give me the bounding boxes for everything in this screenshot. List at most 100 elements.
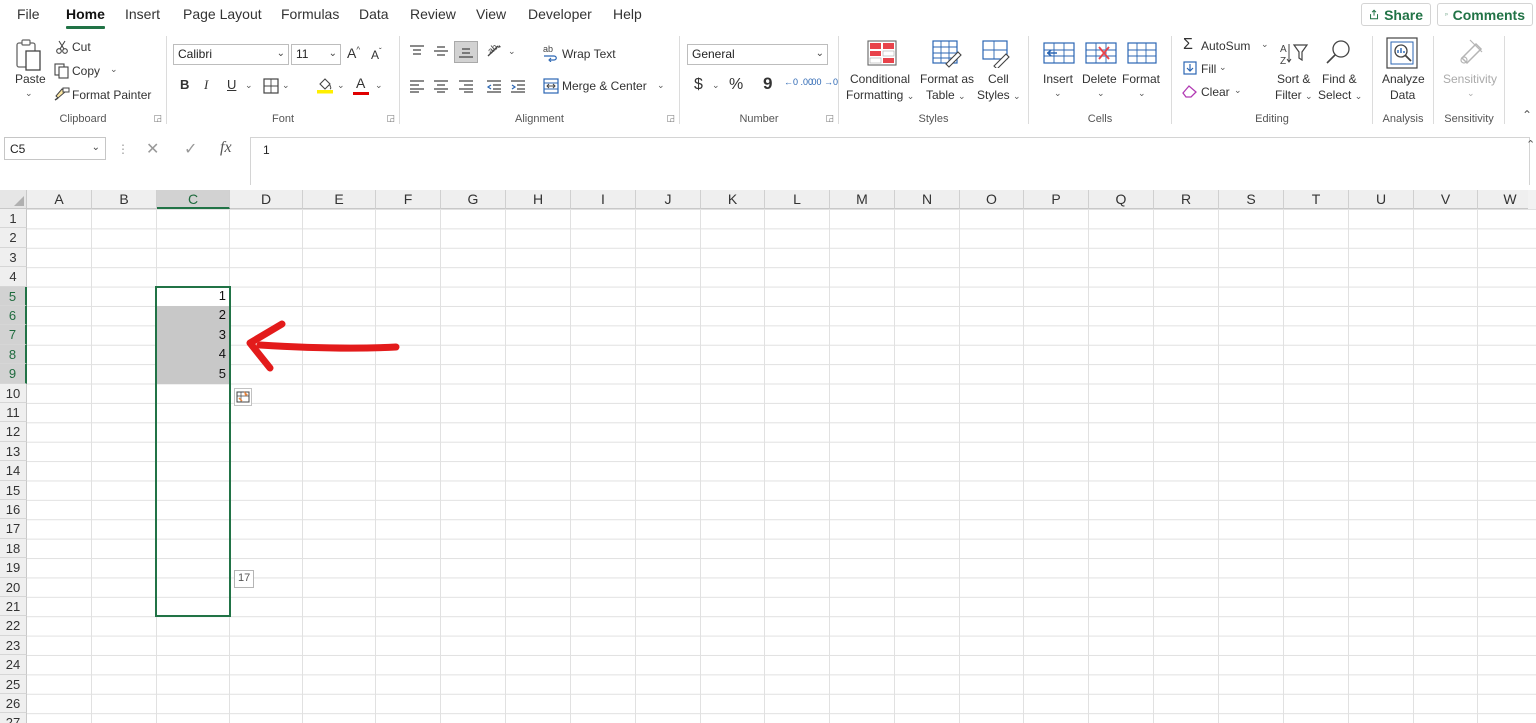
conditional-formatting-label[interactable]: Formatting ⌄ [846, 88, 914, 102]
analyze-data-button[interactable]: Analyze [1382, 72, 1425, 86]
row-header-8[interactable]: 8 [0, 344, 27, 365]
row-header-19[interactable]: 19 [0, 558, 27, 578]
column-header-l[interactable]: L [765, 190, 830, 209]
row-header-15[interactable]: 15 [0, 480, 27, 500]
currency-button[interactable]: $ [694, 76, 703, 94]
column-header-r[interactable]: R [1154, 190, 1219, 209]
autosum-button[interactable]: AutoSum [1201, 39, 1250, 53]
row-header-13[interactable]: 13 [0, 441, 27, 462]
underline-button[interactable]: U [227, 77, 236, 92]
format-cells-dropdown[interactable]: ⌄ [1138, 88, 1146, 99]
share-button[interactable]: Share [1361, 3, 1431, 26]
sort-filter-button[interactable]: Sort & [1277, 72, 1310, 86]
column-header-k[interactable]: K [701, 190, 765, 209]
row-header-27[interactable]: 27 [0, 713, 27, 723]
sensitivity-button[interactable]: Sensitivity [1443, 72, 1497, 86]
row-header-1[interactable]: 1 [0, 209, 27, 229]
row-header-7[interactable]: 7 [0, 325, 27, 345]
row-header-16[interactable]: 16 [0, 500, 27, 520]
sensitivity-dropdown[interactable]: ⌄ [1467, 88, 1475, 99]
orientation-icon[interactable]: ab [486, 42, 506, 60]
confirm-entry-icon[interactable]: ✓ [184, 139, 197, 159]
delete-cells-button[interactable]: Delete [1082, 72, 1117, 86]
bold-button[interactable]: B [180, 77, 189, 92]
paste-icon[interactable] [15, 38, 43, 72]
tab-view[interactable]: View [476, 6, 506, 22]
column-header-p[interactable]: P [1024, 190, 1089, 209]
row-header-20[interactable]: 20 [0, 577, 27, 597]
align-right-icon[interactable] [458, 79, 474, 93]
font-color-button[interactable]: A [356, 75, 365, 91]
increase-indent-icon[interactable] [510, 79, 526, 93]
row-header-3[interactable]: 3 [0, 247, 27, 268]
format-cells-button[interactable]: Format [1122, 72, 1160, 86]
format-as-table-button[interactable]: Format as [920, 72, 974, 86]
cancel-entry-icon[interactable]: ✕ [146, 139, 159, 159]
wrap-text-button[interactable]: Wrap Text [562, 47, 616, 61]
column-header-i[interactable]: I [571, 190, 636, 209]
row-header-23[interactable]: 23 [0, 635, 27, 656]
align-bottom-button[interactable] [454, 41, 478, 63]
row-header-25[interactable]: 25 [0, 674, 27, 694]
row-header-5[interactable]: 5 [0, 286, 27, 306]
row-header-22[interactable]: 22 [0, 616, 27, 636]
tab-help[interactable]: Help [613, 6, 642, 22]
insert-cells-button[interactable]: Insert [1043, 72, 1073, 86]
column-header-f[interactable]: F [376, 190, 441, 209]
row-header-26[interactable]: 26 [0, 694, 27, 714]
sort-filter-label[interactable]: Filter ⌄ [1275, 88, 1313, 102]
cell-area[interactable] [27, 209, 1536, 723]
collapse-ribbon-icon[interactable]: ⌃ [1522, 108, 1532, 122]
align-center-icon[interactable] [433, 79, 449, 93]
decrease-indent-icon[interactable] [486, 79, 502, 93]
orientation-dropdown[interactable]: ⌄ [508, 46, 516, 57]
fill-button[interactable]: Fill [1201, 62, 1216, 76]
insert-cells-dropdown[interactable]: ⌄ [1054, 88, 1062, 99]
cell-styles-label[interactable]: Styles ⌄ [977, 88, 1021, 102]
column-header-a[interactable]: A [27, 190, 92, 209]
cell-styles-button[interactable]: Cell [988, 72, 1009, 86]
column-header-v[interactable]: V [1414, 190, 1478, 209]
grow-font-button[interactable]: A^ [347, 45, 360, 61]
font-name-select[interactable]: Calibri ⌄ [173, 44, 289, 65]
column-header-d[interactable]: D [230, 190, 303, 209]
row-header-18[interactable]: 18 [0, 538, 27, 559]
selection-border[interactable] [155, 286, 231, 617]
borders-dropdown[interactable]: ⌄ [282, 80, 290, 91]
delete-cells-dropdown[interactable]: ⌄ [1097, 88, 1105, 99]
number-launcher-icon[interactable]: ◲ [825, 113, 834, 124]
alignment-launcher-icon[interactable]: ◲ [666, 113, 675, 124]
merge-center-button[interactable]: Merge & Center [562, 79, 647, 93]
column-header-u[interactable]: U [1349, 190, 1414, 209]
merge-center-dropdown[interactable]: ⌄ [657, 80, 665, 91]
italic-button[interactable]: I [204, 77, 208, 93]
tab-developer[interactable]: Developer [528, 6, 592, 22]
comma-style-button[interactable]: 9 [763, 74, 772, 94]
row-header-2[interactable]: 2 [0, 228, 27, 248]
row-header-10[interactable]: 10 [0, 383, 27, 403]
tab-review[interactable]: Review [410, 6, 456, 22]
clipboard-launcher-icon[interactable]: ◲ [153, 113, 162, 124]
tab-data[interactable]: Data [359, 6, 389, 22]
increase-decimal-button[interactable]: ←0 .00 [784, 78, 813, 87]
column-header-q[interactable]: Q [1089, 190, 1154, 209]
column-header-g[interactable]: G [441, 190, 506, 209]
tab-formulas[interactable]: Formulas [281, 6, 339, 22]
clear-button[interactable]: Clear [1201, 85, 1230, 99]
paste-dropdown[interactable]: ⌄ [25, 88, 33, 99]
row-header-9[interactable]: 9 [0, 364, 27, 384]
fill-dropdown[interactable]: ⌄ [1219, 62, 1227, 73]
column-header-c[interactable]: C [157, 190, 230, 209]
scroll-up-button[interactable] [1528, 190, 1536, 209]
column-header-e[interactable]: E [303, 190, 376, 209]
format-as-table-label[interactable]: Table ⌄ [926, 88, 966, 102]
conditional-formatting-button[interactable]: Conditional [850, 72, 910, 86]
decrease-decimal-button[interactable]: .00 →0 [809, 78, 838, 87]
borders-icon[interactable] [263, 78, 279, 94]
tab-home[interactable]: Home [66, 6, 105, 29]
align-top-icon[interactable] [409, 44, 425, 58]
fill-color-icon[interactable] [317, 76, 333, 94]
column-header-n[interactable]: N [895, 190, 960, 209]
column-header-o[interactable]: O [960, 190, 1024, 209]
row-header-14[interactable]: 14 [0, 461, 27, 481]
